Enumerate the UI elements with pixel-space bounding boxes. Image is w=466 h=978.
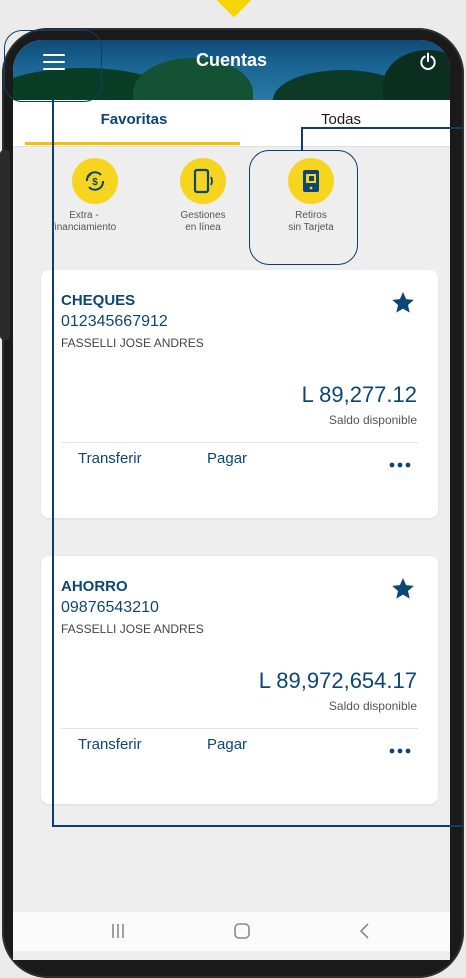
more-options-icon[interactable]: [389, 748, 411, 754]
system-nav-bar: [13, 912, 450, 951]
account-type: AHORRO: [61, 578, 128, 595]
phone-card-icon: [303, 170, 319, 192]
shortcut-label: Extra - financiamiento: [51, 210, 117, 233]
home-icon[interactable]: [233, 922, 251, 940]
account-balance: L 89,277.12: [301, 382, 417, 407]
account-type: CHEQUES: [61, 292, 136, 309]
account-balance: L 89,972,654.17: [258, 668, 417, 693]
phone-side-button: [0, 150, 10, 340]
svg-text:+: +: [87, 173, 91, 180]
phone-signal-icon: [193, 168, 213, 194]
account-number: 09876543210: [61, 599, 159, 616]
tab-todas[interactable]: Todas: [232, 100, 450, 146]
menu-callout-line: [52, 100, 54, 826]
account-holder: FASSELLI JOSE ANDRES: [61, 622, 204, 636]
balance-label: Saldo disponible: [328, 413, 417, 427]
account-number: 012345667912: [61, 313, 168, 330]
active-tab-indicator: [25, 142, 240, 145]
card-divider: [61, 728, 418, 729]
account-card-cheques[interactable]: CHEQUES 012345667912 FASSELLI JOSE ANDRE…: [41, 270, 438, 518]
more-options-icon[interactable]: [389, 462, 411, 468]
retiros-callout-line-top: [301, 127, 462, 129]
recent-apps-icon[interactable]: [111, 922, 125, 940]
shortcut-row: $ + Extra - financiamiento Gestiones en …: [13, 158, 450, 268]
pay-button[interactable]: Pagar: [207, 736, 247, 753]
top-marker: [215, 0, 253, 18]
shortcut-label: Gestiones en línea: [180, 210, 226, 233]
retiros-callout-line: [301, 127, 303, 150]
transfer-button[interactable]: Transferir: [78, 450, 142, 467]
page-title: Cuentas: [195, 50, 267, 70]
menu-callout-line-bottom: [52, 825, 462, 827]
transfer-button[interactable]: Transferir: [78, 736, 142, 753]
shortcut-retiros-sin-tarjeta[interactable]: Retiros sin Tarjeta: [256, 158, 366, 234]
shortcut-label: Retiros sin Tarjeta: [288, 210, 334, 233]
account-holder: FASSELLI JOSE ANDRES: [61, 336, 204, 350]
account-card-ahorro[interactable]: AHORRO 09876543210 FASSELLI JOSE ANDRES …: [41, 556, 438, 804]
power-icon[interactable]: [418, 52, 438, 72]
account-tabs: Favoritas Todas: [13, 100, 450, 147]
favorite-star-icon[interactable]: [390, 576, 416, 602]
svg-text:$: $: [92, 177, 98, 188]
app-header: Cuentas: [13, 40, 450, 100]
card-divider: [61, 442, 418, 443]
favorite-star-icon[interactable]: [390, 290, 416, 316]
back-icon[interactable]: [358, 922, 372, 940]
money-refresh-icon: $ +: [85, 171, 105, 191]
pay-button[interactable]: Pagar: [207, 450, 247, 467]
app-screen: Cuentas Favoritas Todas $ + Extra - fina…: [13, 40, 450, 960]
shortcut-extra-financiamiento[interactable]: $ + Extra - financiamiento: [40, 158, 150, 234]
balance-label: Saldo disponible: [328, 699, 417, 713]
shortcut-gestiones-en-linea[interactable]: Gestiones en línea: [148, 158, 258, 234]
tab-favoritas[interactable]: Favoritas: [25, 100, 243, 146]
